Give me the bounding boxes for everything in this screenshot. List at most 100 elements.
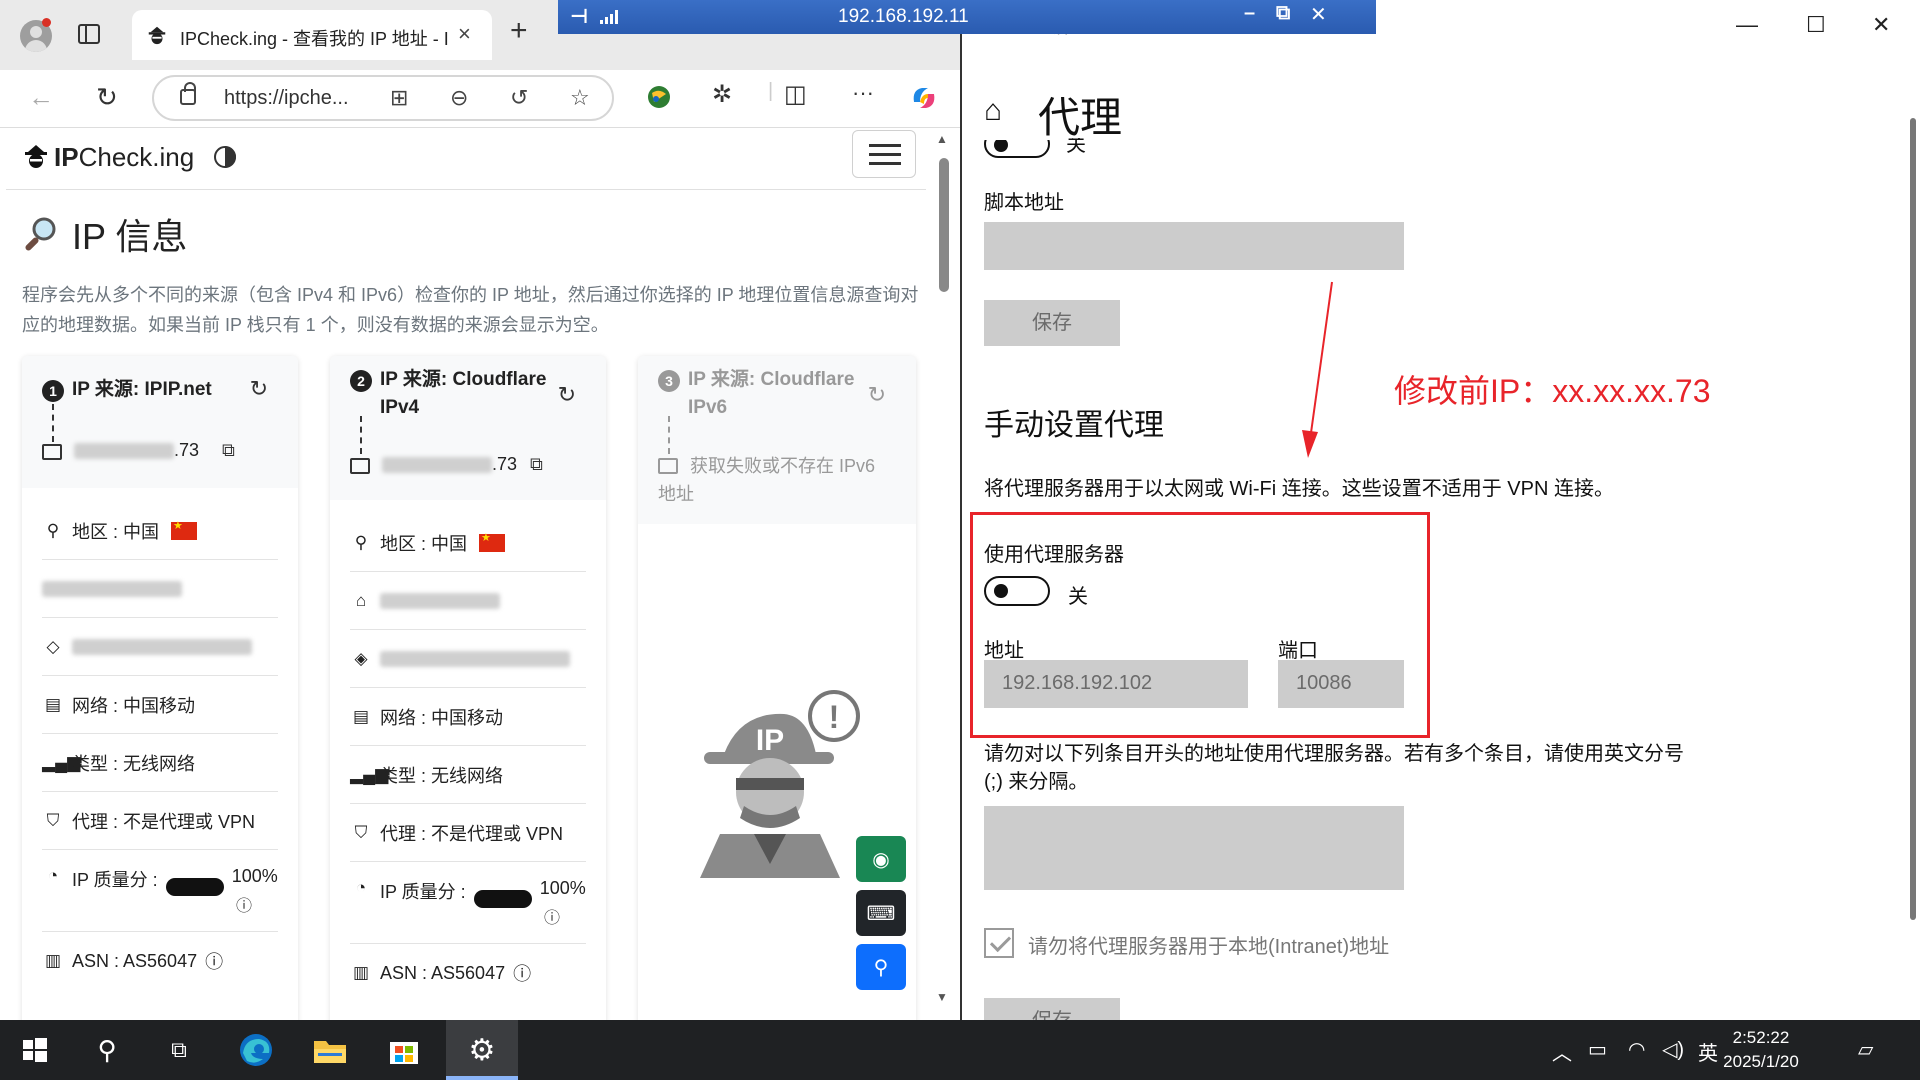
maximize-icon[interactable]: ☐ <box>1806 12 1826 38</box>
laptop-icon <box>350 458 370 474</box>
wifi-icon[interactable]: ◠ <box>1628 1037 1645 1062</box>
refresh-icon[interactable]: ↻ <box>96 82 118 113</box>
rdp-minimize-icon[interactable]: – <box>1244 2 1255 25</box>
url-field[interactable]: https://ipche... ⊞ ⊖ ↺ ☆ <box>152 75 614 121</box>
refresh-icon[interactable]: ↻ <box>558 382 576 408</box>
clock-time: 2:52:22 <box>1732 1028 1790 1047</box>
zoom-out-icon[interactable]: ⊖ <box>450 85 468 111</box>
ip-address[interactable]: .73 <box>382 454 517 475</box>
pin-icon[interactable]: ⊣ <box>570 4 588 29</box>
svg-text:!: ! <box>829 699 840 735</box>
menu-hamburger-button[interactable] <box>852 130 916 178</box>
port-input[interactable]: 10086 <box>1278 660 1404 708</box>
scroll-down-arrow-icon[interactable]: ▼ <box>936 990 948 1004</box>
refresh-icon[interactable]: ↻ <box>868 382 886 408</box>
gauge-icon: ◔ <box>355 878 367 897</box>
ipv6-fail-message: 获取失败或不存在 IPv6 地址 <box>658 456 876 504</box>
terminal-button[interactable]: ⌨ <box>856 890 906 936</box>
refresh-icon[interactable]: ↻ <box>250 376 268 402</box>
home-icon[interactable]: ⌂ <box>984 94 1002 128</box>
notifications-icon[interactable]: ▱ <box>1858 1037 1873 1062</box>
connection-signal-icon[interactable] <box>600 8 618 24</box>
store-icon <box>390 1042 418 1064</box>
rdp-connection-bar: ⊣ 192.168.192.11 – ⧉ ✕ <box>558 0 1376 34</box>
save-button[interactable]: 保存 <box>984 998 1120 1020</box>
active-indicator <box>446 1076 518 1080</box>
favorite-star-icon[interactable]: ☆ <box>570 85 590 111</box>
site-logo-text[interactable]: IPCheck.ing <box>54 142 194 173</box>
volume-icon[interactable]: ◁) <box>1662 1037 1684 1062</box>
exceptions-input[interactable] <box>984 806 1404 890</box>
taskbar-settings[interactable]: ⚙ <box>446 1020 518 1080</box>
scroll-up-arrow-icon[interactable]: ▲ <box>936 132 948 146</box>
back-arrow-icon[interactable]: ← <box>28 82 54 113</box>
region-row: ⚲ 地区 : 中国 <box>350 514 586 572</box>
connector-line <box>360 416 362 454</box>
location-row: ◈ <box>350 630 586 688</box>
region-row: ⚲ 地区 : 中国 <box>42 502 278 560</box>
tray-overflow-icon[interactable]: ︿ <box>1552 1037 1572 1066</box>
settings-page-title: 代理 <box>1038 94 1123 141</box>
translate-icon[interactable]: ↺ <box>510 85 528 111</box>
tab-actions-icon[interactable] <box>78 24 100 44</box>
tab-title: IPCheck.ing - 查看我的 IP 地址 - I <box>180 29 449 49</box>
site-header: IPCheck.ing <box>6 128 926 190</box>
notification-dot <box>42 18 51 27</box>
battery-icon[interactable]: ▭ <box>1588 1037 1607 1062</box>
laptop-icon <box>42 444 62 460</box>
theme-toggle-icon[interactable] <box>214 146 236 168</box>
type-row: ▂▄▆ 类型 : 无线网络 <box>350 746 586 804</box>
use-proxy-label: 使用代理服务器 <box>984 544 1124 566</box>
rdp-close-icon[interactable]: ✕ <box>1310 2 1327 27</box>
taskbar-file-explorer[interactable] <box>300 1020 360 1080</box>
spy-logo-icon[interactable] <box>22 142 50 170</box>
address-label: 地址 <box>984 640 1024 662</box>
script-address-input[interactable] <box>984 222 1404 270</box>
rdp-restore-icon[interactable]: ⧉ <box>1276 2 1290 25</box>
info-icon[interactable]: ⓘ <box>205 948 223 974</box>
home-icon: ⌂ <box>355 590 367 610</box>
edge-icon <box>240 1034 272 1066</box>
card-number-badge: 1 <box>42 380 64 402</box>
minimize-icon[interactable]: — <box>1736 12 1758 38</box>
url-text[interactable]: https://ipche... <box>224 87 349 110</box>
eye-button[interactable]: ◉ <box>856 836 906 882</box>
tab-close-icon[interactable]: × <box>458 21 471 47</box>
bypass-local-checkbox[interactable] <box>984 928 1014 958</box>
scrollbar-thumb[interactable] <box>939 158 949 292</box>
info-icon[interactable]: ⓘ <box>513 960 531 986</box>
ime-indicator[interactable]: 英 <box>1698 1037 1718 1066</box>
extensions-puzzle-icon[interactable]: ✲ <box>712 80 732 109</box>
split-screen-icon[interactable]: ◫ <box>784 80 807 109</box>
search-icon[interactable]: ⚲ <box>82 1020 132 1080</box>
card-number-badge: 2 <box>350 370 372 392</box>
proxy-row: ⛉ 代理 : 不是代理或 VPN <box>350 804 586 862</box>
proxy-row: ⛉ 代理 : 不是代理或 VPN <box>42 792 278 850</box>
taskbar-store[interactable] <box>374 1020 434 1080</box>
close-icon[interactable]: ✕ <box>1872 12 1890 38</box>
taskbar-edge-app[interactable] <box>226 1020 286 1080</box>
app-available-icon[interactable]: ⊞ <box>390 85 408 111</box>
manual-proxy-title: 手动设置代理 <box>984 409 1164 442</box>
search-button[interactable]: ⚲ <box>856 944 906 990</box>
toolbar-divider: | <box>768 80 774 102</box>
copy-icon[interactable]: ⧉ <box>530 454 543 475</box>
spy-illustration-icon: ! IP <box>700 690 860 878</box>
new-tab-button[interactable]: + <box>510 16 528 46</box>
more-menu-icon[interactable]: ··· <box>852 80 874 106</box>
copy-icon[interactable]: ⧉ <box>222 440 235 461</box>
browser-tab-active[interactable]: IPCheck.ing - 查看我的 IP 地址 - I × <box>132 10 492 60</box>
system-clock[interactable]: 2:52:22 2025/1/20 <box>1716 1026 1806 1074</box>
address-input[interactable]: 192.168.192.102 <box>984 660 1248 708</box>
help-icon[interactable]: ⓘ <box>236 892 252 916</box>
extension-globe-icon[interactable] <box>646 84 672 110</box>
use-proxy-toggle[interactable] <box>984 576 1050 606</box>
task-view-icon[interactable]: ⧉ <box>154 1020 204 1080</box>
copilot-icon[interactable] <box>908 82 940 114</box>
settings-scrollbar[interactable] <box>1910 118 1916 920</box>
ip-address[interactable]: .73 <box>74 440 199 461</box>
lock-icon[interactable] <box>180 82 196 105</box>
script-save-button[interactable]: 保存 <box>984 300 1120 346</box>
help-icon[interactable]: ⓘ <box>544 904 560 928</box>
start-button[interactable] <box>10 1020 60 1080</box>
